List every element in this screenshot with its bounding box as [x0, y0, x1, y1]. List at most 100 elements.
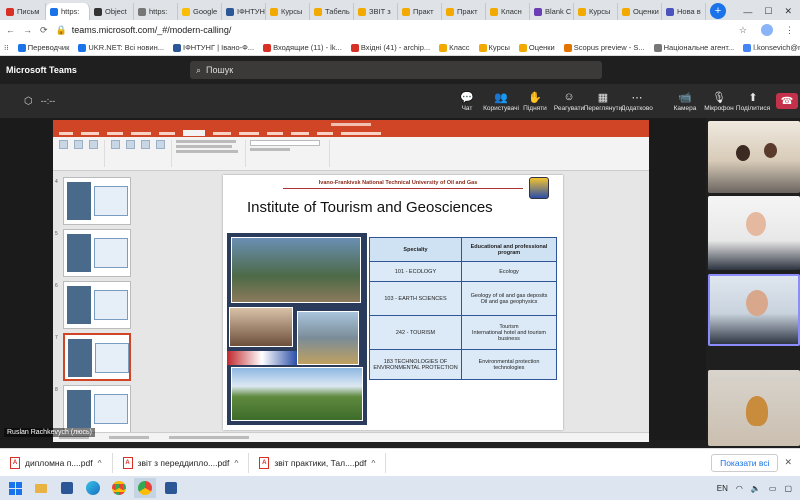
close-icon[interactable]: ✕ — [784, 457, 792, 468]
bookmark-item[interactable]: Переводчик — [17, 43, 69, 52]
browser-tab[interactable]: Курсы — [574, 3, 618, 20]
reload-icon[interactable]: ⟳ — [40, 25, 48, 36]
taskbar-app[interactable] — [108, 478, 130, 498]
bookmark-item[interactable]: Оценки — [518, 43, 555, 52]
taskbar-app[interactable] — [134, 478, 156, 498]
browser-tab[interactable]: Blank C — [530, 3, 574, 20]
close-icon[interactable]: ✕ — [784, 6, 792, 17]
browser-tab[interactable]: https: — [46, 3, 90, 20]
table-row: 183 TECHNOLOGIES OF ENVIRONMENTAL PROTEC… — [369, 349, 557, 380]
wifi-icon[interactable]: ◠ — [736, 484, 743, 493]
toolbar-raise-hand-button[interactable]: ✋ Підняти — [518, 91, 552, 112]
browser-tab[interactable]: Нова в — [662, 3, 706, 20]
chevron-up-icon[interactable]: ^ — [98, 458, 102, 468]
program-cell: Environmental protection technologies — [461, 349, 557, 380]
avatar — [746, 212, 766, 236]
bookmark-item[interactable]: Вхідні (41) - archip... — [350, 43, 430, 52]
favicon-icon — [350, 43, 359, 52]
browser-tab[interactable]: Курсы — [266, 3, 310, 20]
url-field[interactable]: 🔒 teams.microsoft.com/_#/modern-calling/ — [56, 25, 731, 36]
apps-icon[interactable]: ⁝⁝ — [4, 43, 9, 52]
download-item[interactable]: Aдипломна п....pdf ^ — [0, 452, 113, 473]
slide-thumbnail[interactable] — [63, 385, 131, 433]
bookmark-item[interactable]: Входящие (11) - lk... — [263, 43, 342, 52]
more-icon: ⋯ — [631, 91, 643, 104]
toolbar-camera-button[interactable]: 📹 Камера — [668, 91, 702, 112]
taskbar-app[interactable] — [56, 478, 78, 498]
toolbar-chat-button[interactable]: 💬 Чат — [450, 91, 484, 112]
word-icon — [165, 482, 177, 494]
maximize-icon[interactable]: ☐ — [764, 6, 772, 17]
ppt-title-bar — [53, 120, 649, 129]
search-input[interactable]: ⌕ Пошук — [190, 61, 602, 79]
slide-thumbnail[interactable] — [63, 177, 131, 225]
taskbar-app[interactable] — [82, 478, 104, 498]
pdf-file-icon: A — [10, 456, 20, 469]
chrome-icon — [138, 481, 152, 495]
chevron-up-icon[interactable]: ^ — [371, 458, 375, 468]
forward-icon[interactable]: → — [23, 25, 32, 35]
start-button[interactable] — [4, 478, 26, 498]
browser-tab[interactable]: Практ — [442, 3, 486, 20]
toolbar-share-button[interactable]: ⬆ Поділитися — [736, 91, 770, 112]
bookmark-item[interactable]: UKR.NET: Всі новин... — [78, 43, 164, 52]
browser-tab[interactable]: Object — [90, 3, 134, 20]
bookmark-item[interactable]: Національне агент... — [653, 43, 734, 52]
taskbar-app[interactable] — [30, 478, 52, 498]
slide-thumbnail[interactable] — [63, 229, 131, 277]
download-item[interactable]: Aзвіт з переддипло....pdf ^ — [113, 452, 250, 473]
browser-tab[interactable]: https: — [134, 3, 178, 20]
browser-tab[interactable]: ІФНТУН — [222, 3, 266, 20]
tab-label: Оценки — [633, 7, 659, 16]
language-indicator[interactable]: EN — [717, 484, 728, 493]
bookmark-star-icon[interactable]: ☆ — [739, 25, 747, 36]
bookmark-item[interactable]: Класс — [439, 43, 470, 52]
minimize-icon[interactable]: — — [743, 7, 752, 17]
photo-collage — [227, 233, 367, 425]
new-tab-button[interactable]: + — [710, 3, 726, 19]
favicon-icon — [78, 43, 87, 52]
favicon-icon — [402, 7, 410, 16]
bookmark-item[interactable]: Курсы — [478, 43, 510, 52]
browser-tab[interactable]: Класн — [486, 3, 530, 20]
back-icon[interactable]: ← — [6, 25, 15, 35]
toolbar-more-button[interactable]: ⋯ Додатково — [620, 91, 654, 112]
toolbar-react-button[interactable]: ☺ Реагувати — [552, 91, 586, 112]
participant-video-1[interactable] — [708, 121, 800, 193]
bookmark-item[interactable]: l.konsevich@nung.e... — [743, 43, 800, 52]
bookmark-item[interactable]: ІФНТУНГ | Івано-Ф... — [173, 43, 254, 52]
profile-icon[interactable] — [761, 24, 773, 36]
show-all-downloads-button[interactable]: Показати всі — [711, 453, 779, 472]
slide-thumbnail[interactable] — [63, 333, 131, 381]
program-cell: Tourism International hotel and tourism … — [461, 315, 557, 350]
download-item[interactable]: Aзвіт практики, Тал....pdf ^ — [249, 452, 387, 473]
timer-text: --:-- — [40, 96, 56, 106]
download-filename: дипломна п....pdf — [25, 457, 93, 468]
bookmark-item[interactable]: Scopus preview - S... — [563, 43, 645, 52]
volume-icon[interactable]: 🔈 — [751, 484, 761, 493]
slide-thumbnail[interactable] — [63, 281, 131, 329]
browser-tab[interactable]: Google — [178, 3, 222, 20]
participant-video-2[interactable] — [708, 196, 800, 270]
taskbar-app[interactable] — [160, 478, 182, 498]
favicon-icon — [439, 43, 448, 52]
toolbar-label: Мікрофон — [704, 104, 734, 112]
leave-call-button[interactable]: ☎ — [776, 93, 798, 109]
toolbar-mic-button[interactable]: 🎙 Мікрофон — [702, 91, 736, 112]
browser-tab[interactable]: Табель — [310, 3, 354, 20]
avatar — [736, 145, 750, 161]
toolbar-people-button[interactable]: 👥 Користувачі — [483, 91, 519, 112]
chevron-up-icon[interactable]: ^ — [234, 458, 238, 468]
participant-video-4[interactable] — [708, 370, 800, 446]
browser-tab[interactable]: ЗВІТ з — [354, 3, 398, 20]
browser-tab[interactable]: Оценки — [618, 3, 662, 20]
toolbar-label: Додатково — [621, 104, 653, 112]
browser-tab[interactable]: Практ — [398, 3, 442, 20]
menu-dots-icon[interactable]: ⋮ — [785, 25, 794, 36]
favicon-icon — [226, 7, 234, 16]
browser-tab[interactable]: Письм — [2, 3, 46, 20]
participant-video-3[interactable] — [708, 274, 800, 346]
battery-icon[interactable]: ▭ — [769, 484, 777, 493]
notifications-icon[interactable]: ▢ — [784, 484, 792, 493]
toolbar-view-button[interactable]: ▦ Переглянути — [584, 91, 623, 112]
